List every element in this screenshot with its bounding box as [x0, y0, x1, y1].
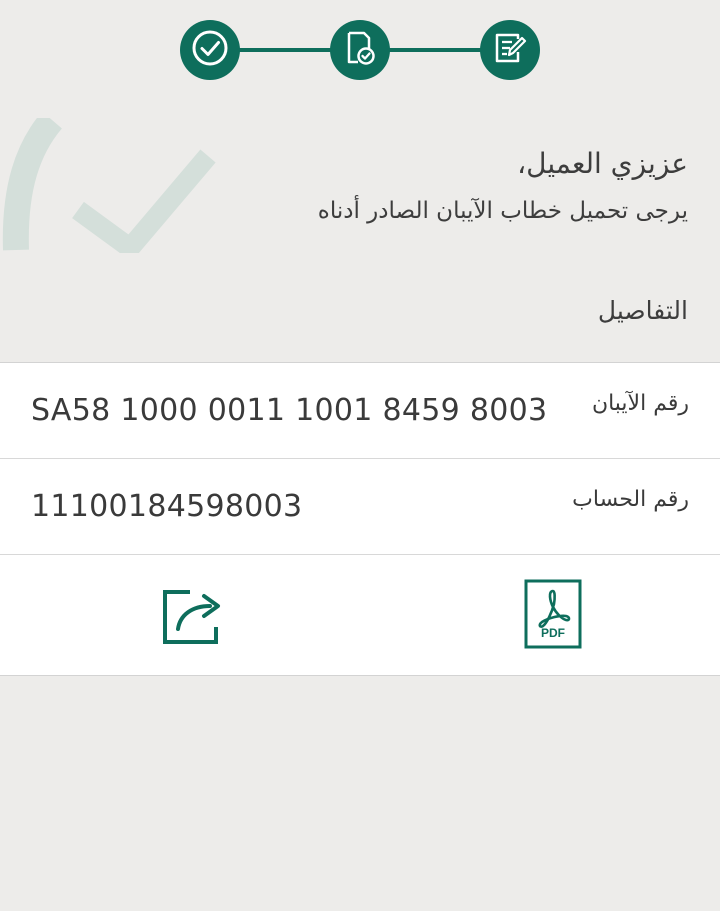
- pdf-icon: PDF: [524, 579, 582, 653]
- greeting-block: عزيزي العميل، يرجى تحميل خطاب الآيبان ال…: [318, 142, 688, 232]
- iban-row: رقم الآيبان SA58 1000 0011 1001 8459 800…: [0, 363, 720, 459]
- greeting-subtitle: يرجى تحميل خطاب الآيبان الصادر أدناه: [317, 198, 688, 224]
- account-number-value[interactable]: 11100184598003: [31, 489, 302, 524]
- details-card: رقم الآيبان SA58 1000 0011 1001 8459 800…: [0, 362, 720, 676]
- pdf-download-button[interactable]: PDF: [524, 579, 582, 649]
- actions-bar: PDF: [0, 555, 720, 675]
- greeting-title: عزيزي العميل،: [517, 147, 688, 180]
- step-complete: [180, 20, 240, 80]
- edit-form-icon: [492, 30, 528, 70]
- document-check-icon: [343, 30, 377, 70]
- account-number-row: رقم الحساب 11100184598003: [0, 459, 720, 555]
- step-document-verified: [330, 20, 390, 80]
- pdf-label: PDF: [541, 626, 565, 640]
- share-icon: [160, 590, 226, 651]
- stepper-connector: [238, 48, 332, 52]
- step-edit-form: [480, 20, 540, 80]
- iban-label: رقم الآيبان: [591, 391, 689, 416]
- check-circle-icon: [191, 29, 229, 71]
- iban-value[interactable]: SA58 1000 0011 1001 8459 8003: [31, 393, 547, 428]
- progress-stepper: [180, 20, 540, 80]
- stepper-connector: [388, 48, 482, 52]
- account-number-label: رقم الحساب: [572, 487, 689, 512]
- checkmark-watermark-icon: [0, 111, 220, 262]
- details-heading: التفاصيل: [597, 296, 688, 325]
- share-button[interactable]: [160, 587, 226, 647]
